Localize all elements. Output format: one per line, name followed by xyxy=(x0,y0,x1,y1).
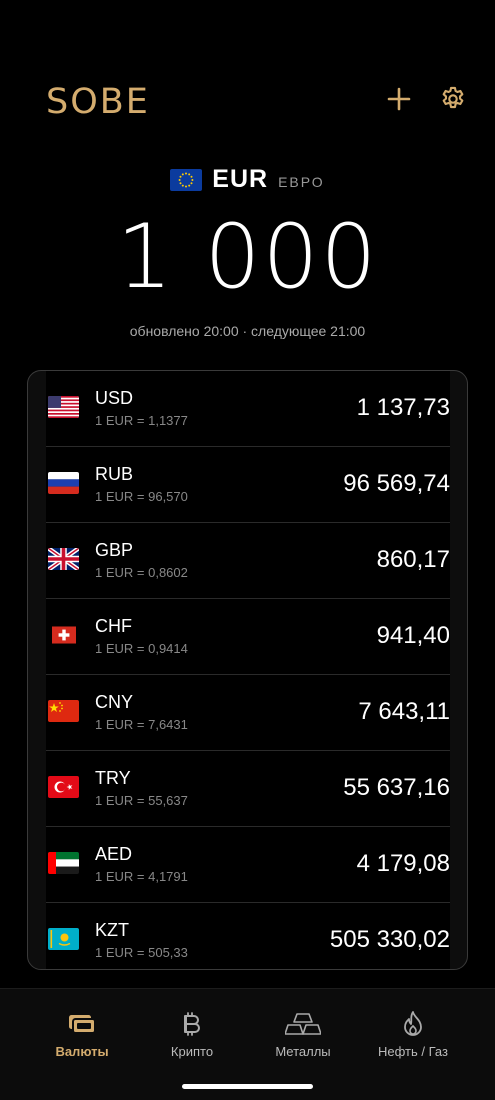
currency-row-try[interactable]: TRY 1 EUR = 55,637 55 637,16 xyxy=(46,751,450,827)
currency-list-card: USD 1 EUR = 1,1377 1 137,73 RUB 1 EUR = … xyxy=(27,370,468,970)
currency-rate: 1 EUR = 4,1791 xyxy=(95,869,188,884)
currency-code: RUB xyxy=(95,464,134,484)
currency-code: USD xyxy=(95,388,134,408)
us-flag-icon xyxy=(48,396,79,418)
bottom-tab-bar: Валюты Крипто Металлы Нефть / Газ xyxy=(0,988,495,1100)
currency-rate: 1 EUR = 1,1377 xyxy=(95,413,188,428)
app-header: SOBE xyxy=(46,80,471,122)
tab-currencies[interactable]: Валюты xyxy=(27,1009,137,1059)
currency-rate: 1 EUR = 55,637 xyxy=(95,793,188,808)
tab-crypto[interactable]: Крипто xyxy=(137,1009,247,1059)
update-status: обновлено 20:00 · следующее 21:00 xyxy=(129,323,366,339)
eu-flag-icon xyxy=(170,168,203,191)
ru-flag-icon xyxy=(48,472,79,494)
tr-flag-icon xyxy=(48,776,79,798)
currency-rate: 1 EUR = 0,9414 xyxy=(95,641,188,656)
ae-flag-icon xyxy=(48,852,79,874)
plus-icon xyxy=(387,87,411,111)
currency-value: 7 643,11 xyxy=(358,698,450,725)
currency-rate: 1 EUR = 96,570 xyxy=(95,489,188,504)
settings-button[interactable] xyxy=(438,84,468,114)
currency-code: CNY xyxy=(95,692,134,712)
base-currency-code: EUR xyxy=(212,165,269,193)
currency-row-chf[interactable]: CHF 1 EUR = 0,9414 941,40 xyxy=(46,599,450,675)
currency-code: GBP xyxy=(95,540,134,560)
gb-flag-icon xyxy=(48,548,79,570)
base-currency-selector: EUR ЕВРО xyxy=(0,165,495,194)
currency-code: KZT xyxy=(95,920,129,940)
currency-rate: 1 EUR = 505,33 xyxy=(95,945,188,960)
kz-flag-icon xyxy=(48,928,79,950)
currency-row-cny[interactable]: CNY 1 EUR = 7,6431 7 643,11 xyxy=(46,675,450,751)
currency-value: 4 179,08 xyxy=(356,850,450,877)
currency-list[interactable]: USD 1 EUR = 1,1377 1 137,73 RUB 1 EUR = … xyxy=(46,371,450,969)
tab-label: Крипто xyxy=(170,1044,214,1059)
base-currency-name: ЕВРО xyxy=(278,173,325,190)
currency-row-aed[interactable]: AED 1 EUR = 4,1791 4 179,08 xyxy=(46,827,450,903)
currency-row-kzt[interactable]: KZT 1 EUR = 505,33 505 330,02 xyxy=(46,903,450,969)
currency-row-usd[interactable]: USD 1 EUR = 1,1377 1 137,73 xyxy=(46,371,450,447)
tab-oil-gas[interactable]: Нефть / Газ xyxy=(358,1009,468,1059)
add-currency-button[interactable] xyxy=(384,84,414,114)
bitcoin-icon xyxy=(184,1012,200,1036)
gold-bars-icon xyxy=(285,1013,321,1035)
base-currency-button[interactable]: EUR ЕВРО xyxy=(0,165,495,194)
currency-row-gbp[interactable]: GBP 1 EUR = 0,8602 860,17 xyxy=(46,523,450,599)
flame-icon xyxy=(404,1011,422,1036)
currency-value: 941,40 xyxy=(376,622,450,649)
app-logo: SOBE xyxy=(46,82,150,122)
tab-label: Нефть / Газ xyxy=(378,1044,448,1059)
tab-label: Металлы xyxy=(275,1044,331,1059)
cn-flag-icon xyxy=(48,700,79,722)
gear-icon xyxy=(442,86,464,109)
currency-value: 1 137,73 xyxy=(356,394,450,421)
currency-value: 55 637,16 xyxy=(343,774,450,801)
tab-metals[interactable]: Металлы xyxy=(248,1009,358,1059)
currency-rate: 1 EUR = 7,6431 xyxy=(95,717,188,732)
currency-row-rub[interactable]: RUB 1 EUR = 96,570 96 569,74 xyxy=(46,447,450,523)
currency-code: AED xyxy=(95,844,133,864)
currency-code: CHF xyxy=(95,616,132,636)
ch-flag-icon xyxy=(52,626,76,644)
amount-input[interactable]: 1 000 xyxy=(0,205,495,308)
currency-value: 96 569,74 xyxy=(343,470,450,497)
currency-value: 505 330,02 xyxy=(329,926,450,953)
currency-rate: 1 EUR = 0,8602 xyxy=(95,565,188,580)
home-indicator[interactable] xyxy=(182,1084,313,1089)
currency-code: TRY xyxy=(95,768,131,788)
currency-value: 860,17 xyxy=(376,546,450,573)
tab-label: Валюты xyxy=(55,1044,109,1059)
cash-icon xyxy=(69,1015,96,1034)
